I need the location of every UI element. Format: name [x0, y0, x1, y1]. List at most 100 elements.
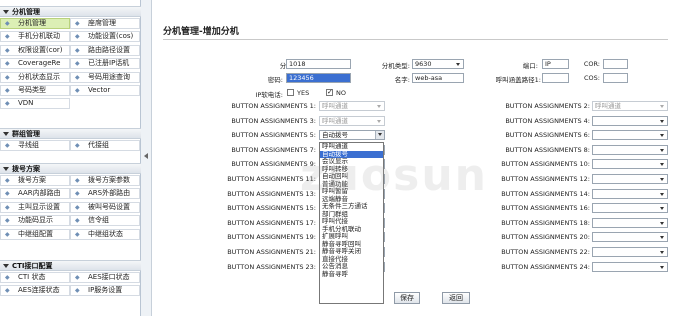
sidebar-menu-item[interactable]: ◆ 主叫显示设置	[0, 201, 70, 213]
button-assignment-label: BUTTON ASSIGNMENTS 19:	[227, 233, 316, 242]
menu-bullet-icon: ◆	[5, 203, 10, 211]
sidebar-menu-item[interactable]: ◆ 手机分机联动	[0, 31, 70, 43]
button-assignment-select[interactable]	[592, 261, 668, 272]
button-assignment-select[interactable]	[592, 144, 668, 155]
sidebar-menu-item[interactable]: ◆ 分机状态显示	[0, 71, 70, 83]
sidebar-menu-item[interactable]: ◆ 中继组状态	[70, 228, 140, 240]
collapse-arrow-icon[interactable]	[144, 153, 148, 159]
sidebar-section-title: 分机管理	[12, 8, 40, 16]
sidebar-menu-item-label: 拨号方案	[18, 176, 46, 184]
sidebar-section-header[interactable]: CTI接口配置	[0, 260, 141, 271]
sidebar-menu-item[interactable]: ◆ 拨号方案	[0, 175, 70, 186]
page-title: 分机管理-增加分机	[163, 27, 239, 37]
name-label: 名字:	[394, 76, 410, 84]
sidebar-menu-item[interactable]: ◆ 权限设置(cor)	[0, 44, 70, 56]
sidebar-menu-item[interactable]: ◆ Vector	[70, 85, 140, 96]
button-assignment-dropdown-list[interactable]: 呼叫通道 自动拨号 会议显示 呼叫转移 自动回叫 普通功能 呼叫暂留 远端静音 无条件三方通话部…	[319, 142, 384, 304]
button-assignment-label: BUTTON ASSIGNMENTS 1:	[231, 102, 316, 110]
sidebar-menu-item[interactable]: ◆ ARS外部路由	[70, 188, 140, 200]
password-label: 密码:	[267, 76, 283, 84]
menu-bullet-icon: ◆	[5, 60, 10, 68]
save-button[interactable]: 保存	[394, 292, 420, 304]
sidebar-section-title: CTI接口配置	[12, 262, 53, 270]
sidebar-menu-item[interactable]: ◆ IP服务设置	[70, 285, 140, 297]
sidebar-menu-item[interactable]: ◆ 寻线组	[0, 140, 70, 151]
sidebar-menu-item[interactable]: ◆ 中继组配置	[0, 228, 70, 240]
chevron-down-icon	[660, 119, 664, 123]
sidebar-section-header[interactable]: 分机管理	[0, 6, 141, 17]
sidebar-menu-item[interactable]: ◆ 座席管理	[70, 18, 140, 29]
sidebar-menu-item[interactable]: ◆ 号码用途查询	[70, 71, 140, 83]
ext-type-label: 分机类型:	[381, 62, 410, 70]
port-label: 端口:	[522, 62, 538, 70]
cos-input[interactable]	[603, 73, 628, 83]
sidebar-menu-item[interactable]: ◆ 功能码显示	[0, 215, 70, 227]
sidebar-menu-item-label: 座席管理	[88, 19, 116, 27]
ip-softphone-label: IP软电话:	[255, 91, 283, 99]
button-assignment-label: BUTTON ASSIGNMENTS 12:	[501, 175, 590, 183]
menu-bullet-icon: ◆	[5, 217, 10, 225]
back-button[interactable]: 返回	[442, 292, 470, 304]
button-assignment-select[interactable]	[592, 130, 668, 141]
button-assignment-label: BUTTON ASSIGNMENTS 9:	[231, 160, 316, 169]
sidebar-menu-item[interactable]: ◆ AES接口状态	[70, 272, 140, 283]
button-assignment-select[interactable]	[592, 115, 668, 126]
sidebar-section-header[interactable]: 拨号方案	[0, 163, 141, 174]
sidebar-menu-item[interactable]: ◆ 代接组	[70, 140, 140, 151]
sidebar-menu-item-label: 寻线组	[18, 141, 39, 149]
button-assignment-select[interactable]	[592, 203, 668, 214]
button-assignment-label: BUTTON ASSIGNMENTS 3:	[231, 116, 316, 125]
button-assignment-select[interactable]	[592, 232, 668, 243]
password-input[interactable]: 123456	[286, 73, 351, 83]
button-assignment-label: BUTTON ASSIGNMENTS 18:	[501, 218, 590, 227]
chevron-down-icon	[660, 178, 664, 181]
sidebar-menu-item[interactable]: ◆ 被叫号码设置	[70, 201, 140, 213]
name-input[interactable]: web-asa	[412, 73, 464, 83]
sidebar-menu-item[interactable]: ◆ CoverageRe	[0, 58, 70, 70]
sidebar-menu-item[interactable]: ◆ 路由路径设置	[70, 44, 140, 56]
sidebar-menu-item[interactable]: ◆ 功能设置(cos)	[70, 31, 140, 43]
sidebar-menu-item[interactable]: ◆ 已注册IP话机	[70, 58, 140, 70]
cover-path-label: 呼叫涵盖路径1:	[495, 76, 541, 84]
sidebar-menu-item[interactable]: ◆ 信令组	[70, 215, 140, 227]
chevron-down-icon	[660, 134, 664, 138]
button-assignment-label: BUTTON ASSIGNMENTS 2:	[505, 102, 590, 110]
sidebar-menu-item[interactable]: ◆ 拨号方案参数	[70, 175, 140, 186]
ext-type-select[interactable]: 9630	[412, 59, 464, 69]
menu-bullet-icon: ◆	[5, 230, 10, 238]
port-input[interactable]: IP	[542, 59, 569, 69]
sidebar-section-header[interactable]: 群组管理	[0, 128, 141, 139]
sidebar-menu-item[interactable]: ◆ CTI 状态	[0, 272, 70, 283]
menu-bullet-icon: ◆	[75, 142, 80, 149]
sidebar-menu-item[interactable]: ◆ 号码类型	[0, 85, 70, 96]
menu-bullet-icon: ◆	[5, 33, 10, 41]
ip-no-checkbox[interactable]	[326, 88, 333, 96]
button-assignment-select[interactable]	[592, 159, 668, 170]
sidebar-menu-item-label: 中继组状态	[88, 229, 123, 238]
caret-down-icon	[3, 132, 9, 136]
menu-bullet-icon: ◆	[75, 177, 80, 184]
chevron-down-icon	[378, 133, 382, 137]
cover-path-input[interactable]	[542, 73, 569, 83]
button-assignment-select[interactable]	[592, 247, 668, 257]
button-assignment-select[interactable]: 自动拨号	[319, 130, 385, 141]
sidebar-menu-item[interactable]: ◆ 分机管理	[0, 18, 70, 29]
sidebar-menu-item[interactable]: ◆ AES连接状态	[0, 285, 70, 297]
sidebar-menu-item-label: IP服务设置	[88, 286, 123, 295]
dropdown-toggle[interactable]	[375, 131, 384, 140]
sidebar-menu-item[interactable]: ◆ VDN	[0, 98, 70, 110]
sidebar-splitter[interactable]	[141, 0, 152, 316]
sidebar-menu-item-label: VDN	[18, 99, 34, 108]
sidebar-menu-item-label: 中继组配置	[18, 229, 53, 238]
button-assignment-label: BUTTON ASSIGNMENTS 24:	[501, 262, 590, 271]
sidebar-menu-item[interactable]: ◆ AAR内部路由	[0, 188, 70, 200]
chevron-down-icon	[660, 207, 664, 211]
button-assignment-select[interactable]	[592, 174, 668, 184]
ext-no-input[interactable]: 1018	[286, 59, 351, 69]
button-assignment-select[interactable]	[592, 217, 668, 228]
cor-input[interactable]	[603, 59, 628, 69]
dropdown-option[interactable]: 静音寻呼	[320, 270, 383, 279]
button-assignment-select[interactable]	[592, 188, 668, 199]
ip-yes-label: YES	[297, 89, 310, 97]
ip-yes-checkbox[interactable]	[287, 89, 294, 96]
